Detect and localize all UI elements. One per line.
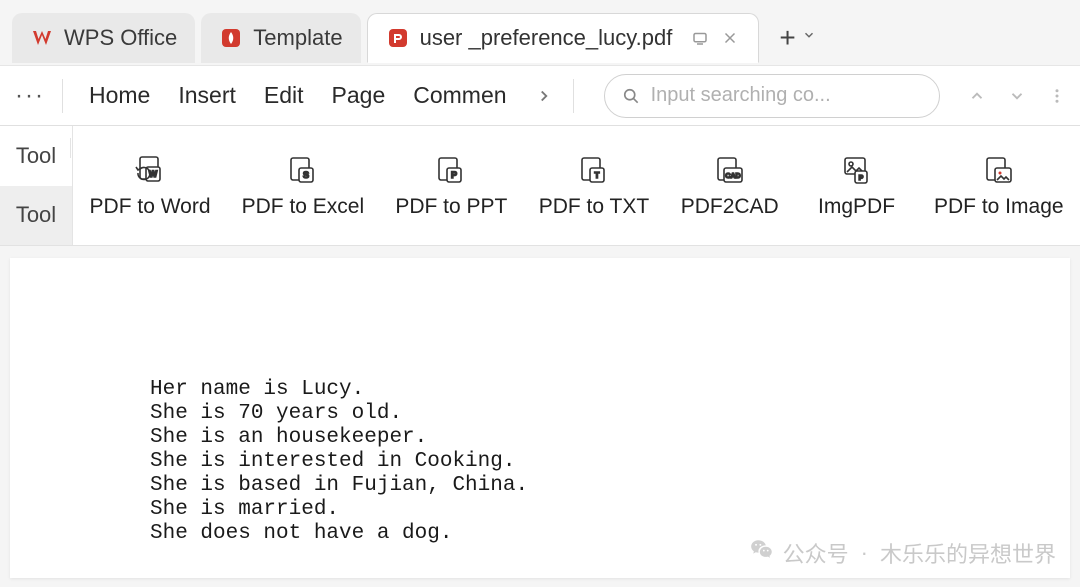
tab-file[interactable]: user _preference_lucy.pdf xyxy=(367,13,760,63)
tab-app[interactable]: WPS Office xyxy=(12,13,195,63)
search-icon xyxy=(621,86,641,106)
tab-file-actions xyxy=(690,28,740,48)
menu-page[interactable]: Page xyxy=(318,76,400,115)
svg-text:S: S xyxy=(303,170,309,180)
svg-text:P: P xyxy=(451,170,457,180)
ribbon-pdf-to-txt[interactable]: T PDF to TXT xyxy=(540,153,648,219)
wps-logo-icon xyxy=(30,26,54,50)
menu-scroll-right[interactable] xyxy=(527,79,561,113)
kebab-menu-icon[interactable] xyxy=(1044,83,1070,109)
svg-text:T: T xyxy=(594,171,599,180)
tab-file-label: user _preference_lucy.pdf xyxy=(420,25,673,51)
ribbon-imgpdf[interactable]: P ImgPDF xyxy=(812,153,902,219)
pdf2cad-icon: CAD xyxy=(712,153,748,189)
pdf-to-excel-icon: S xyxy=(285,153,321,189)
document-text: Her name is Lucy. She is 70 years old. S… xyxy=(150,378,1070,546)
side-tab-tool-1[interactable]: Tool xyxy=(0,126,72,186)
pdf-to-ppt-icon: P xyxy=(433,153,469,189)
new-tab-dropdown[interactable] xyxy=(802,28,816,47)
menu-home[interactable]: Home xyxy=(75,76,164,115)
menu-items: Home Insert Edit Page Commen xyxy=(75,76,521,115)
pdf-to-txt-icon: T xyxy=(576,153,612,189)
ribbon-pdf-to-image-label: PDF to Image xyxy=(934,195,1064,219)
ribbon-pdf-to-ppt[interactable]: P PDF to PPT xyxy=(397,153,506,219)
ribbon-pdf-to-ppt-label: PDF to PPT xyxy=(395,195,507,219)
imgpdf-icon: P xyxy=(839,153,875,189)
pdf-to-word-icon: W xyxy=(132,153,168,189)
window-controls xyxy=(964,83,1070,109)
menu-edit[interactable]: Edit xyxy=(250,76,318,115)
ribbon-pdf-to-excel[interactable]: S PDF to Excel xyxy=(243,153,363,219)
tab-app-label: WPS Office xyxy=(64,25,177,51)
ribbon-pdf-to-excel-label: PDF to Excel xyxy=(242,195,365,219)
document-page[interactable]: Her name is Lucy. She is 70 years old. S… xyxy=(10,258,1070,578)
menu-insert[interactable]: Insert xyxy=(164,76,250,115)
pdf-file-icon xyxy=(386,26,410,50)
svg-text:P: P xyxy=(858,175,863,182)
tab-template[interactable]: Template xyxy=(201,13,360,63)
ribbon-pdf-to-word[interactable]: W PDF to Word xyxy=(91,153,209,219)
ribbon-area: Tool Tool W PDF to Word S xyxy=(0,126,1080,246)
ribbon-pdf-to-word-label: PDF to Word xyxy=(90,195,211,219)
new-tab-controls: + xyxy=(779,24,815,52)
search-input[interactable] xyxy=(651,84,923,107)
document-canvas: Her name is Lucy. She is 70 years old. S… xyxy=(0,258,1080,587)
ribbon-pdf-to-image[interactable]: PDF to Image xyxy=(936,153,1062,219)
tab-template-label: Template xyxy=(253,25,342,51)
pdf-to-image-icon xyxy=(981,153,1017,189)
ribbon-pdf2cad[interactable]: CAD PDF2CAD xyxy=(682,153,778,219)
tab-strip: WPS Office Template user _preference_luc… xyxy=(0,0,1080,66)
expand-ribbon-icon[interactable] xyxy=(1004,83,1030,109)
side-tabs: Tool Tool xyxy=(0,126,73,245)
side-tab-tool-2[interactable]: Tool xyxy=(0,186,72,246)
collapse-ribbon-icon[interactable] xyxy=(964,83,990,109)
menu-bar: ··· Home Insert Edit Page Commen xyxy=(0,66,1080,126)
more-menu-button[interactable]: ··· xyxy=(10,82,50,110)
new-tab-button[interactable]: + xyxy=(779,24,795,52)
ribbon-pdf-to-txt-label: PDF to TXT xyxy=(539,195,649,219)
close-icon[interactable] xyxy=(720,28,740,48)
svg-text:CAD: CAD xyxy=(725,173,740,180)
ribbon: W PDF to Word S PDF to Excel xyxy=(73,126,1080,245)
ribbon-pdf2cad-label: PDF2CAD xyxy=(681,195,779,219)
tab-detach-icon[interactable] xyxy=(690,28,710,48)
menu-comment[interactable]: Commen xyxy=(399,76,520,115)
template-icon xyxy=(219,26,243,50)
search-box[interactable] xyxy=(604,74,940,118)
ribbon-imgpdf-label: ImgPDF xyxy=(818,195,895,219)
menu-divider xyxy=(62,79,63,113)
menu-divider-2 xyxy=(573,79,574,113)
